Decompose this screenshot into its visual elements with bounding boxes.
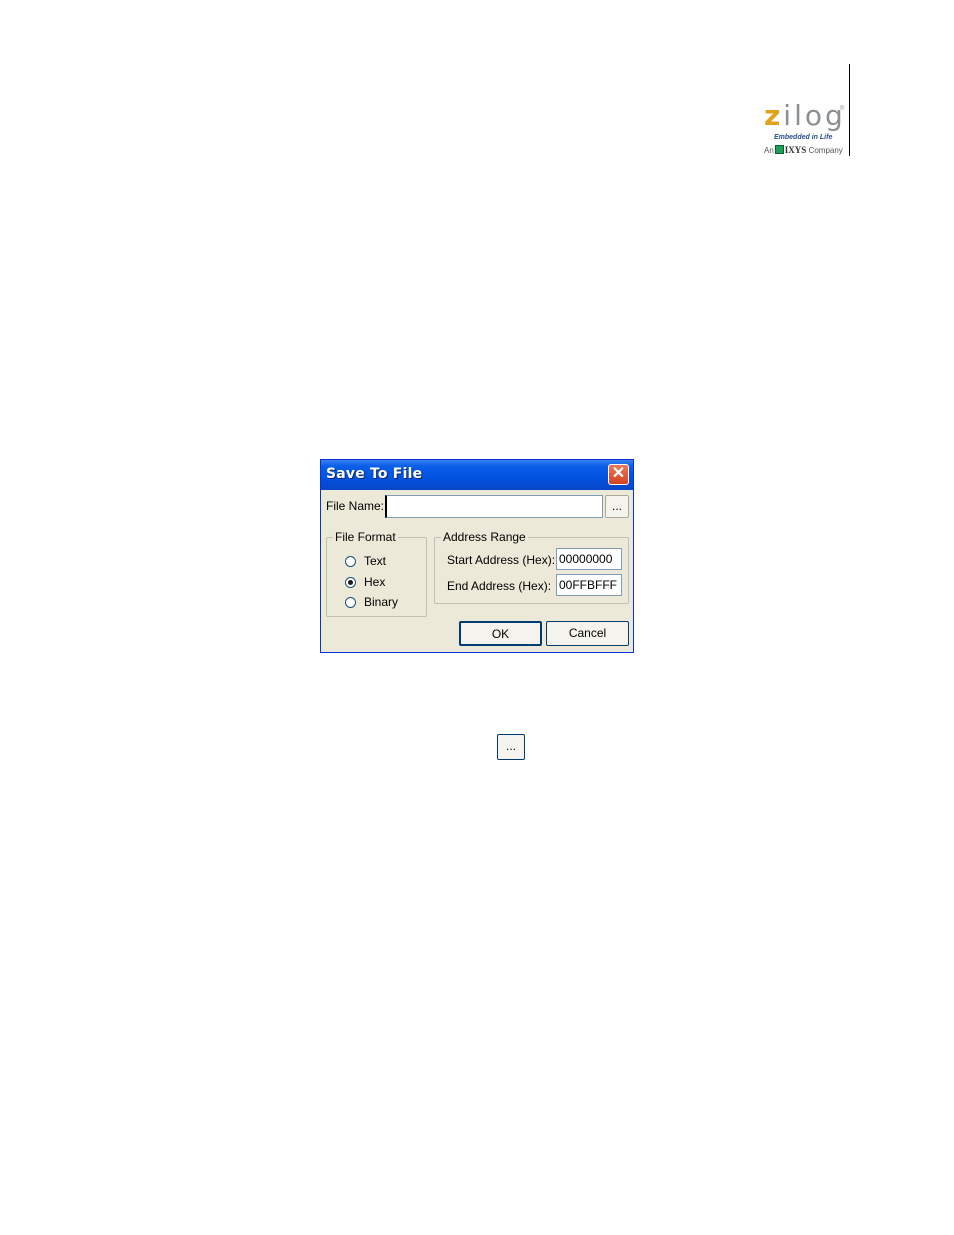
radio-text[interactable]: Text	[345, 553, 386, 569]
address-range-group: Address Range Start Address (Hex): End A…	[434, 530, 629, 604]
close-button[interactable]: ✕	[608, 464, 629, 485]
radio-hex-label: Hex	[364, 575, 386, 589]
ixys-square-icon	[774, 145, 784, 154]
zilog-logo: zilog ® Embedded in Life An IXYS Company	[760, 100, 846, 160]
file-format-group: File Format Text Hex Binary	[326, 530, 427, 617]
cancel-button[interactable]: Cancel	[546, 621, 629, 646]
end-address-label: End Address (Hex):	[447, 579, 552, 593]
end-address-input[interactable]	[556, 574, 622, 596]
file-name-input[interactable]	[385, 495, 603, 518]
file-format-title: File Format	[333, 530, 398, 544]
company-name: IXYS	[784, 145, 807, 155]
company-prefix: An	[764, 146, 774, 155]
close-icon: ✕	[611, 465, 626, 482]
radio-hex-circle[interactable]	[345, 576, 356, 588]
radio-text-label: Text	[364, 554, 387, 568]
logo-company-line: An IXYS Company	[764, 145, 843, 155]
file-name-label: File Name:	[326, 499, 385, 513]
radio-binary-label: Binary	[364, 595, 399, 609]
company-suffix: Company	[808, 146, 843, 155]
radio-hex[interactable]: Hex	[345, 574, 385, 590]
logo-tagline: Embedded in Life	[774, 134, 833, 141]
radio-binary[interactable]: Binary	[345, 594, 398, 610]
radio-text-circle[interactable]	[345, 555, 356, 567]
logo-wordmark: zilog	[764, 99, 846, 132]
ok-button[interactable]: OK	[459, 621, 542, 646]
browse-button-illustration[interactable]: ...	[497, 734, 525, 760]
address-range-title: Address Range	[441, 530, 528, 544]
dialog-titlebar[interactable]: Save To File ✕	[321, 460, 633, 490]
header-divider	[849, 64, 850, 156]
dialog-title: Save To File	[326, 466, 423, 482]
start-address-label: Start Address (Hex):	[447, 553, 556, 567]
start-address-input[interactable]	[556, 548, 622, 570]
browse-button[interactable]: ...	[605, 495, 629, 518]
trademark-mark: ®	[840, 106, 845, 112]
save-to-file-dialog: Save To File ✕ File Name: ... File Forma…	[320, 459, 634, 653]
radio-binary-circle[interactable]	[345, 596, 356, 608]
